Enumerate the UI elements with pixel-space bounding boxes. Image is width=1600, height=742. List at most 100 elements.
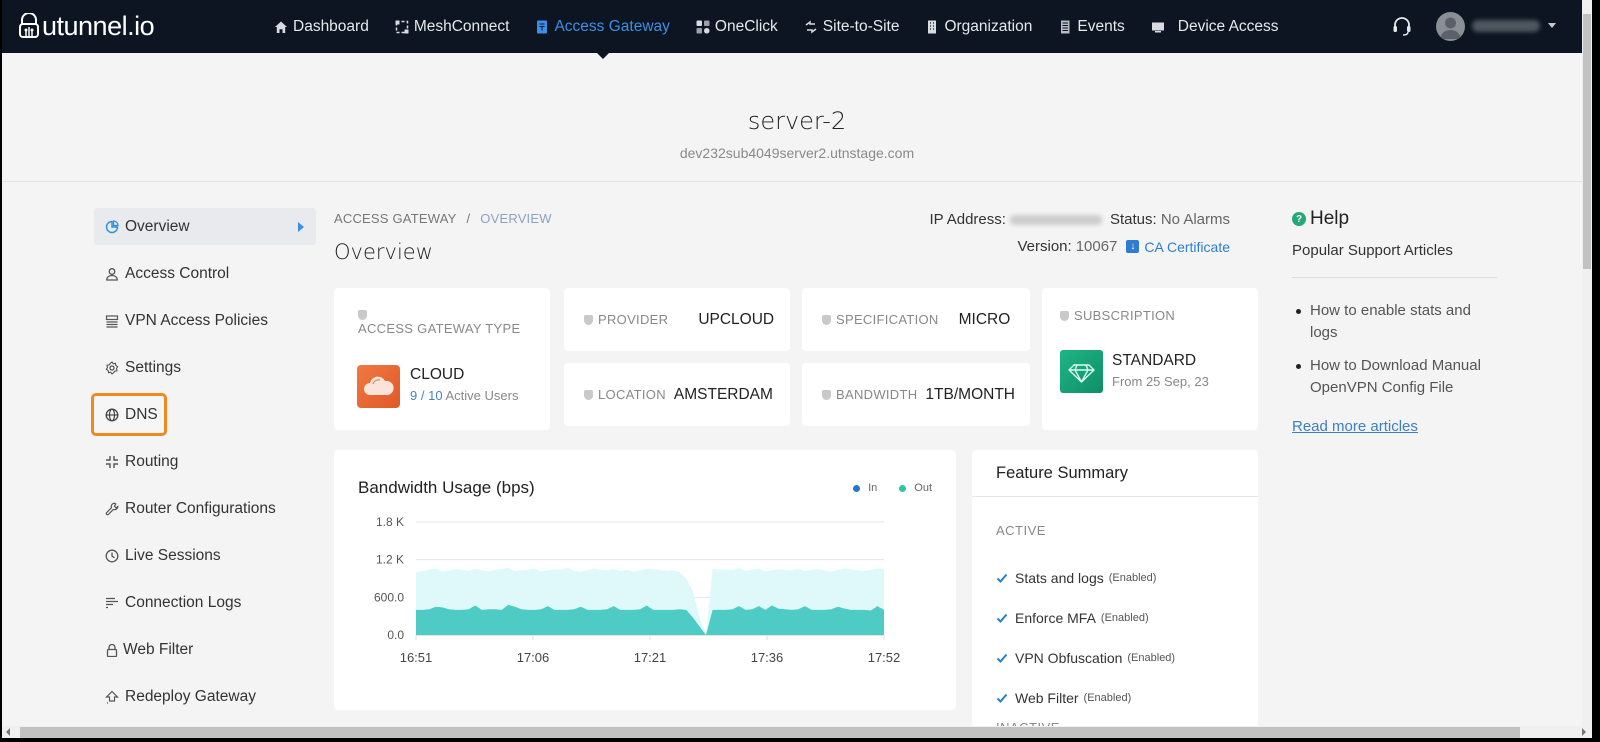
- user-icon: [106, 267, 118, 281]
- location-label-wrap: LOCATION: [584, 387, 666, 402]
- server-meta-row: IP Address: Status: No Alarms: [930, 211, 1231, 228]
- horizontal-scrollbar[interactable]: [2, 726, 1592, 738]
- nav-access-gateway[interactable]: Access Gateway: [535, 17, 670, 36]
- y-tick-label: 1.8 K: [376, 515, 404, 529]
- sidebar-item-dns[interactable]: DNS: [91, 393, 167, 436]
- ip-label: IP Address:: [929, 211, 1006, 228]
- redeploy-icon: [105, 690, 119, 704]
- nav-label: MeshConnect: [413, 17, 510, 35]
- version-row: Version: 10067 ↓ CA Certificate: [1017, 238, 1230, 255]
- nav-events[interactable]: Events: [1058, 18, 1125, 36]
- top-navbar: utunnel.io Dashboard MeshConnect Access …: [2, 0, 1592, 53]
- sidebar-item-label: Redeploy Gateway: [125, 687, 256, 705]
- read-more-articles-link[interactable]: Read more articles: [1292, 418, 1418, 435]
- logo[interactable]: utunnel.io: [18, 8, 155, 44]
- provider-label-wrap: PROVIDER: [584, 312, 668, 327]
- nav-organization[interactable]: Organization: [925, 18, 1032, 36]
- vertical-scrollbar[interactable]: [1582, 0, 1592, 726]
- building-icon: [928, 20, 937, 33]
- sidebar-item-label: Routing: [125, 452, 179, 470]
- gateway-icon: [537, 20, 548, 33]
- nav-device-access[interactable]: Device Access: [1151, 18, 1279, 36]
- gateway-type-label-wrap: ACCESS GATEWAY TYPE: [358, 310, 520, 336]
- vertical-scrollbar-thumb[interactable]: [1583, 14, 1591, 269]
- provider-card: PROVIDER UPCLOUD: [564, 288, 790, 351]
- shield-icon: [358, 310, 367, 320]
- bandwidth-card: BANDWIDTH 1TB/MONTH: [802, 363, 1030, 426]
- sidebar-item-redeploy-gateway[interactable]: Redeploy Gateway: [94, 678, 316, 715]
- page-title: Overview: [334, 240, 433, 264]
- legend-item-out[interactable]: Out: [899, 482, 932, 494]
- total-users-count: 10: [428, 388, 443, 403]
- sidebar-item-label: Connection Logs: [125, 593, 242, 611]
- y-tick-label: 0.0: [387, 628, 404, 642]
- diamond-icon: [1060, 350, 1103, 393]
- provider-label: PROVIDER: [598, 312, 669, 327]
- feature-name: VPN Obfuscation: [1015, 650, 1123, 666]
- username-blurred[interactable]: [1472, 20, 1540, 32]
- help-article-link[interactable]: How to enable stats and logs: [1292, 300, 1502, 344]
- x-tick-label: 17:06: [517, 650, 550, 665]
- ca-certificate-label: CA Certificate: [1144, 238, 1230, 255]
- shield-icon: [1060, 310, 1069, 321]
- arrows-icon: [805, 20, 817, 33]
- check-icon: [996, 693, 1008, 703]
- lock-icon: [106, 643, 118, 657]
- sidebar-item-routing[interactable]: Routing: [94, 443, 316, 480]
- sidebar-item-access-control[interactable]: Access Control: [94, 255, 316, 292]
- legend-dot-in: [853, 484, 861, 492]
- legend-item-in[interactable]: In: [853, 482, 877, 494]
- sidebar-item-vpn-access-policies[interactable]: VPN Access Policies: [94, 302, 316, 339]
- user-menu-caret-icon[interactable]: [1548, 23, 1556, 28]
- sidebar-item-label: Overview: [125, 217, 190, 235]
- cloud-icon: [357, 365, 400, 408]
- feature-status: (Enabled): [1108, 572, 1157, 584]
- specification-card: SPECIFICATION MICRO: [802, 288, 1030, 351]
- shield-icon: [584, 314, 593, 325]
- active-users-suffix: Active Users: [445, 388, 519, 403]
- download-icon: ↓: [1126, 240, 1140, 253]
- list-icon: [105, 314, 119, 328]
- x-tick-label: 17:21: [634, 650, 667, 665]
- scroll-left-arrow-icon[interactable]: [6, 728, 10, 736]
- nav-label: OneClick: [714, 17, 778, 35]
- help-article-link[interactable]: How to Download Manual OpenVPN Config Fi…: [1292, 355, 1502, 399]
- active-users-count: 9: [410, 388, 418, 403]
- divider: [972, 496, 1258, 497]
- nav-oneclick[interactable]: OneClick: [696, 18, 778, 36]
- horizontal-scrollbar-thumb[interactable]: [20, 727, 1520, 738]
- feature-name: Enforce MFA: [1015, 610, 1096, 626]
- legend-label-in: In: [868, 482, 878, 494]
- avatar[interactable]: [1436, 12, 1465, 41]
- nav-dashboard[interactable]: Dashboard: [274, 18, 369, 36]
- version-label: Version:: [1017, 238, 1072, 255]
- nav-label: Access Gateway: [554, 17, 670, 35]
- status-value: No Alarms: [1160, 211, 1230, 228]
- shield-icon: [822, 389, 831, 400]
- feature-item: Stats and logs (Enabled): [996, 558, 1175, 598]
- sidebar-item-overview[interactable]: Overview: [94, 208, 316, 245]
- help-subtitle: Popular Support Articles: [1292, 242, 1453, 259]
- location-label: LOCATION: [598, 387, 666, 402]
- check-icon: [996, 653, 1008, 663]
- breadcrumb-parent[interactable]: ACCESS GATEWAY: [334, 211, 456, 226]
- sidebar-item-live-sessions[interactable]: Live Sessions: [94, 537, 316, 574]
- nav-site-to-site[interactable]: Site-to-Site: [804, 18, 899, 36]
- routing-icon: [106, 455, 118, 468]
- subscription-value: STANDARD: [1112, 352, 1197, 369]
- sidebar-item-router-configurations[interactable]: Router Configurations: [94, 490, 316, 527]
- check-icon: [996, 613, 1008, 623]
- headset-support-icon[interactable]: [1390, 14, 1414, 38]
- scroll-right-arrow-icon[interactable]: [1582, 728, 1586, 736]
- clock-icon: [105, 549, 119, 562]
- sidebar-item-connection-logs[interactable]: Connection Logs: [94, 584, 316, 621]
- gateway-type-label: ACCESS GATEWAY TYPE: [358, 321, 521, 336]
- home-icon: [275, 21, 287, 33]
- location-card: LOCATION AMSTERDAM: [564, 363, 790, 426]
- breadcrumb: ACCESS GATEWAY / OVERVIEW: [334, 211, 552, 226]
- sidebar-item-label: Web Filter: [123, 640, 194, 658]
- sidebar-item-web-filter[interactable]: Web Filter: [94, 631, 316, 668]
- nav-meshconnect[interactable]: MeshConnect: [395, 17, 510, 36]
- sidebar-item-settings[interactable]: Settings: [94, 349, 316, 386]
- ca-certificate-link[interactable]: ↓ CA Certificate: [1126, 239, 1230, 255]
